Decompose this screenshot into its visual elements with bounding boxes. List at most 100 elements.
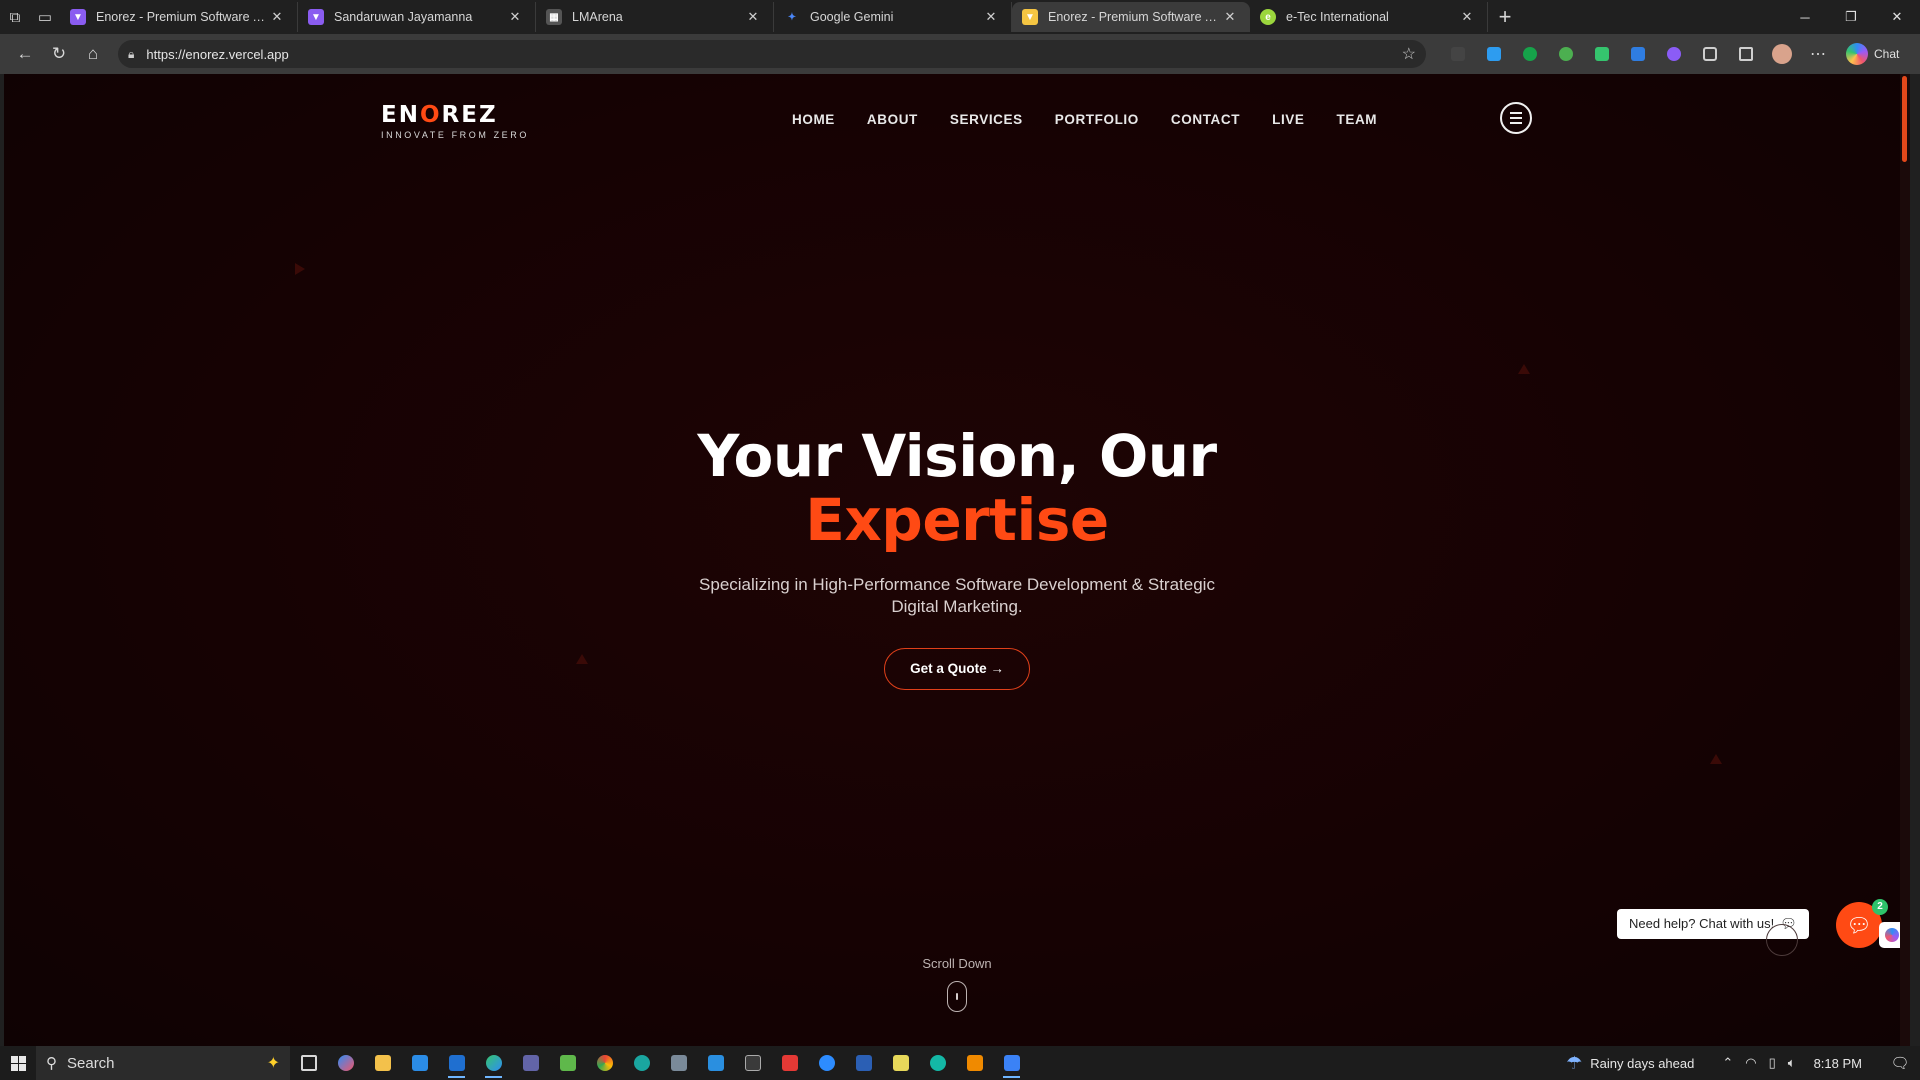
task-view-icon[interactable]	[290, 1046, 327, 1080]
extension-icon[interactable]	[1584, 39, 1620, 69]
extension-icon[interactable]	[1548, 39, 1584, 69]
nav-services[interactable]: SERVICES	[950, 112, 1023, 127]
notifications-icon[interactable]: 🗨︎	[1880, 1054, 1920, 1072]
extension-icon[interactable]	[1440, 39, 1476, 69]
word-icon[interactable]	[845, 1046, 882, 1080]
system-tray: ☂ Rainy days ahead ⌃ ◠ ▯ 🔈︎ 8:18 PM 🗨︎	[1566, 1046, 1920, 1080]
nav-live[interactable]: LIVE	[1272, 112, 1304, 127]
app-icon[interactable]	[771, 1046, 808, 1080]
volume-icon[interactable]: 🔈︎	[1788, 1055, 1796, 1071]
nav-team[interactable]: TEAM	[1337, 112, 1378, 127]
decorative-triangle	[295, 263, 305, 275]
wifi-icon[interactable]: ◠	[1745, 1055, 1756, 1071]
scrollbar-thumb[interactable]	[1902, 76, 1907, 162]
hamburger-menu-icon[interactable]	[1500, 102, 1532, 134]
new-tab-button[interactable]: +	[1488, 2, 1522, 32]
profile-avatar[interactable]	[1764, 39, 1800, 69]
chevron-up-icon[interactable]: ⌃	[1722, 1055, 1733, 1071]
app-icon[interactable]	[993, 1046, 1030, 1080]
start-button[interactable]	[0, 1046, 36, 1080]
url-text[interactable]: https://enorez.vercel.app	[146, 47, 1401, 62]
browser-tab-active[interactable]: ▼ Enorez - Premium Software Agency ✕	[1012, 2, 1250, 32]
mouse-scroll-icon	[947, 981, 967, 1012]
vscode-icon[interactable]	[697, 1046, 734, 1080]
nav-contact[interactable]: CONTACT	[1171, 112, 1240, 127]
address-bar[interactable]: 🔒︎ https://enorez.vercel.app ☆	[118, 40, 1426, 68]
nav-portfolio[interactable]: PORTFOLIO	[1055, 112, 1139, 127]
copilot-app-icon[interactable]	[327, 1046, 364, 1080]
extension-icon[interactable]	[1656, 39, 1692, 69]
clock[interactable]: 8:18 PM	[1814, 1056, 1862, 1071]
taskbar-apps	[290, 1046, 1030, 1080]
zoom-icon[interactable]	[808, 1046, 845, 1080]
back-arrow-icon[interactable]: ←	[8, 38, 42, 70]
app-icon[interactable]	[919, 1046, 956, 1080]
home-icon[interactable]: ⌂	[76, 38, 110, 70]
close-tab-icon[interactable]: ✕	[505, 9, 525, 25]
hero-title: Your Vision, Our Expertise	[4, 424, 1910, 552]
vlc-icon[interactable]	[956, 1046, 993, 1080]
get-quote-button[interactable]: Get a Quote →	[884, 648, 1030, 690]
refresh-icon[interactable]: ↻	[42, 38, 76, 70]
screen: ⧉ ▭ ▼ Enorez - Premium Software Agency ✕…	[0, 0, 1920, 1080]
webpage: ENOREZ INNOVATE FROM ZERO HOME ABOUT SER…	[4, 74, 1910, 1046]
weather-text: Rainy days ahead	[1590, 1055, 1695, 1071]
copilot-chat-button[interactable]: Chat	[1846, 43, 1899, 65]
close-tab-icon[interactable]: ✕	[743, 9, 763, 25]
nav-home[interactable]: HOME	[792, 112, 835, 127]
taskbar-search[interactable]: ⚲ Search ✦	[36, 1046, 290, 1080]
extension-icon[interactable]	[1476, 39, 1512, 69]
nav-about[interactable]: ABOUT	[867, 112, 918, 127]
puzzle-extensions-icon[interactable]	[1692, 39, 1728, 69]
windows-taskbar: ⚲ Search ✦ ☂ Rainy days ahead ⌃ ◠ ▯ 🔈︎ 8…	[0, 1046, 1920, 1080]
close-tab-icon[interactable]: ✕	[1220, 9, 1240, 25]
edge-browser-icon[interactable]	[475, 1046, 512, 1080]
chat-label: Chat	[1874, 47, 1900, 61]
tab-title: Sandaruwan Jayamanna	[334, 10, 473, 24]
chrome-icon[interactable]	[586, 1046, 623, 1080]
grammarly-icon[interactable]	[1512, 39, 1548, 69]
notes-icon[interactable]	[882, 1046, 919, 1080]
search-highlight-icon: ✦	[266, 1055, 280, 1072]
browser-tab[interactable]: ▼ Enorez - Premium Software Agency ✕	[60, 2, 298, 32]
battery-icon[interactable]: ▯	[1769, 1055, 1776, 1071]
close-tab-icon[interactable]: ✕	[1457, 9, 1477, 25]
extensions-bar: ⋯	[1440, 39, 1836, 69]
vertical-tabs-icon[interactable]: ▭	[30, 2, 60, 32]
browser-tab[interactable]: ▼ Sandaruwan Jayamanna ✕	[298, 2, 536, 32]
browser-tab-strip: ⧉ ▭ ▼ Enorez - Premium Software Agency ✕…	[0, 0, 1920, 34]
hero-section: Your Vision, Our Expertise Specializing …	[4, 424, 1910, 690]
workspaces-icon[interactable]: ⧉	[0, 2, 30, 32]
close-tab-icon[interactable]: ✕	[267, 9, 287, 25]
scroll-down-indicator[interactable]: Scroll Down	[4, 956, 1910, 1012]
browser-tab[interactable]: e e-Tec International ✕	[1250, 2, 1488, 32]
extension-icon[interactable]	[1620, 39, 1656, 69]
close-tab-icon[interactable]: ✕	[981, 9, 1001, 25]
chat-help-text: Need help? Chat with us!	[1629, 916, 1775, 931]
favorite-star-icon[interactable]: ☆	[1402, 44, 1416, 64]
favorites-icon[interactable]	[1728, 39, 1764, 69]
store-icon[interactable]	[401, 1046, 438, 1080]
file-explorer-icon[interactable]	[364, 1046, 401, 1080]
app-icon[interactable]	[623, 1046, 660, 1080]
weather-widget[interactable]: ☂ Rainy days ahead	[1566, 1053, 1694, 1074]
browser-tab[interactable]: ✦ Google Gemini ✕	[774, 2, 1012, 32]
close-window-icon[interactable]: ✕	[1874, 0, 1920, 34]
camera-icon[interactable]	[660, 1046, 697, 1080]
enorez-logo[interactable]: ENOREZ INNOVATE FROM ZERO	[381, 102, 529, 140]
app-icon[interactable]	[549, 1046, 586, 1080]
terminal-icon[interactable]	[734, 1046, 771, 1080]
browser-tab[interactable]: ▦ LMArena ✕	[536, 2, 774, 32]
rain-umbrella-icon: ☂	[1566, 1052, 1583, 1073]
hero-subtitle: Specializing in High-Performance Softwar…	[699, 575, 1215, 616]
more-options-icon[interactable]: ⋯	[1800, 39, 1836, 69]
outlook-icon[interactable]	[438, 1046, 475, 1080]
lock-icon[interactable]: 🔒︎	[128, 47, 134, 62]
teams-icon[interactable]	[512, 1046, 549, 1080]
logo-tagline: INNOVATE FROM ZERO	[381, 130, 529, 140]
back-to-top-icon[interactable]	[1766, 924, 1798, 956]
minimize-icon[interactable]: ─	[1782, 0, 1828, 34]
restore-icon[interactable]: ❐	[1828, 0, 1874, 34]
decorative-triangle	[1518, 364, 1530, 374]
page-scrollbar[interactable]	[1900, 74, 1910, 1046]
